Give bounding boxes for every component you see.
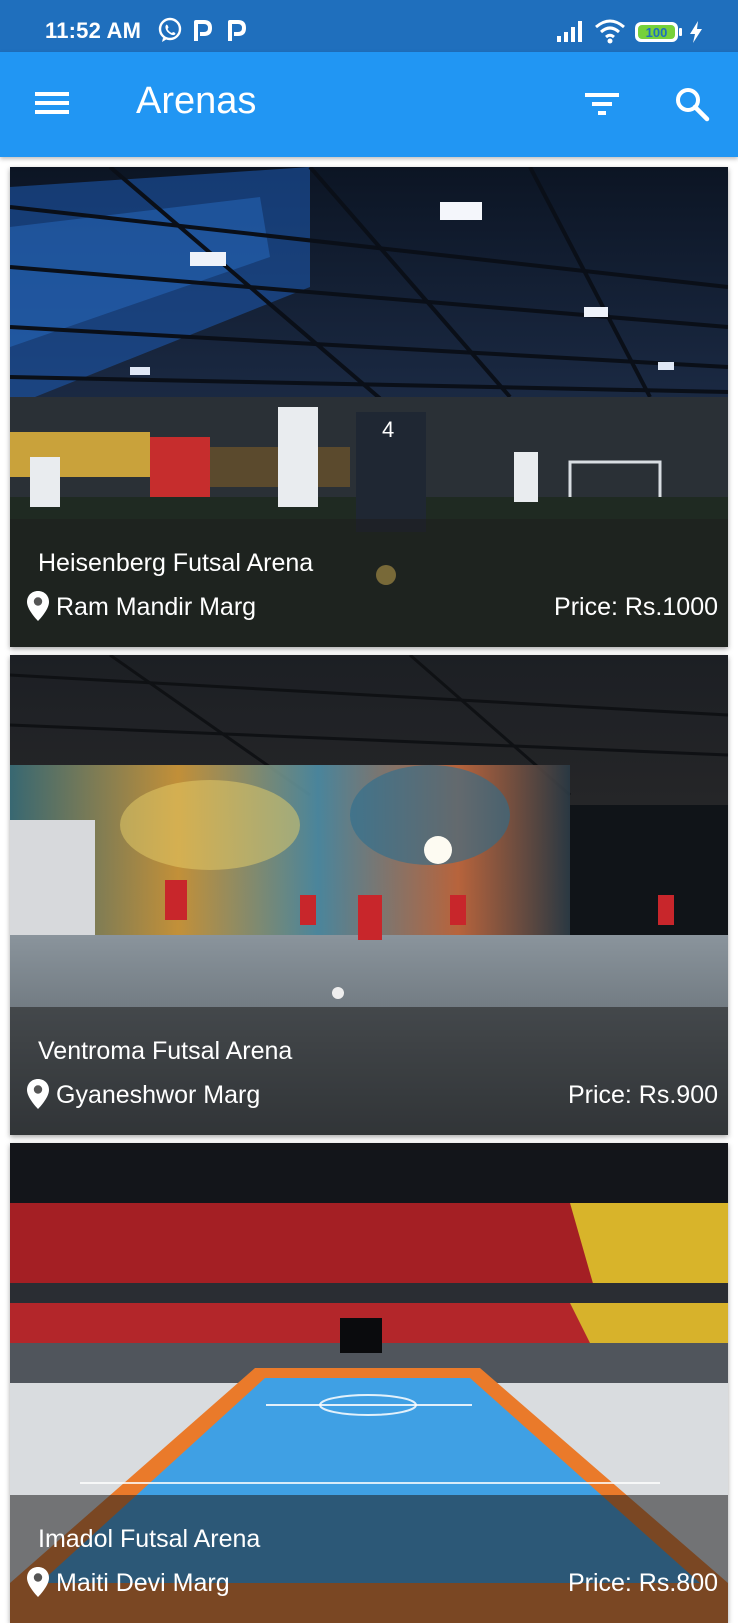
search-icon[interactable] <box>674 86 710 122</box>
svg-text:4: 4 <box>382 417 394 442</box>
arena-name: Ventroma Futsal Arena <box>38 1037 293 1065</box>
arena-info-overlay: Ventroma Futsal Arena Gyaneshwor Marg Pr… <box>10 1007 728 1135</box>
battery-level: 100 <box>646 25 668 40</box>
battery-icon: 100 <box>635 22 682 42</box>
app-bar: Arenas <box>0 52 738 157</box>
arena-info-overlay: Heisenberg Futsal Arena Ram Mandir Marg … <box>10 519 728 647</box>
arena-location: Maiti Devi Marg <box>56 1569 230 1597</box>
arena-price: Price: Rs.800 <box>567 1569 718 1597</box>
page-title: Arenas <box>136 80 257 122</box>
menu-icon[interactable] <box>34 88 70 118</box>
arena-info-overlay: Imadol Futsal Arena Maiti Devi Marg Pric… <box>10 1495 728 1623</box>
arena-card[interactable]: Imadol Futsal Arena Maiti Devi Marg Pric… <box>10 1143 728 1623</box>
wifi-icon <box>595 19 625 44</box>
signal-icon <box>557 21 582 42</box>
charging-icon <box>690 21 702 43</box>
arena-location: Ram Mandir Marg <box>56 593 257 621</box>
viber-icon <box>158 17 182 42</box>
arena-card[interactable]: Ventroma Futsal Arena Gyaneshwor Marg Pr… <box>10 655 728 1135</box>
arena-name: Heisenberg Futsal Arena <box>38 549 314 577</box>
arena-location: Gyaneshwor Marg <box>56 1081 261 1109</box>
status-bar: 11:52 AM 100 <box>0 0 738 52</box>
status-time: 11:52 AM <box>45 18 142 43</box>
location-pin-icon <box>27 591 49 621</box>
filter-icon[interactable] <box>584 90 620 120</box>
arena-price: Price: Rs.1000 <box>554 593 718 621</box>
location-pin-icon <box>27 1567 49 1597</box>
parking-app-icon <box>228 20 246 41</box>
location-pin-icon <box>27 1079 49 1109</box>
parking-app-icon <box>194 20 212 41</box>
arena-name: Imadol Futsal Arena <box>38 1525 261 1553</box>
arena-card[interactable]: 4 Heisenberg Futsal Arena Ram Mandir Mar… <box>10 167 728 647</box>
arena-price: Price: Rs.900 <box>567 1081 718 1109</box>
